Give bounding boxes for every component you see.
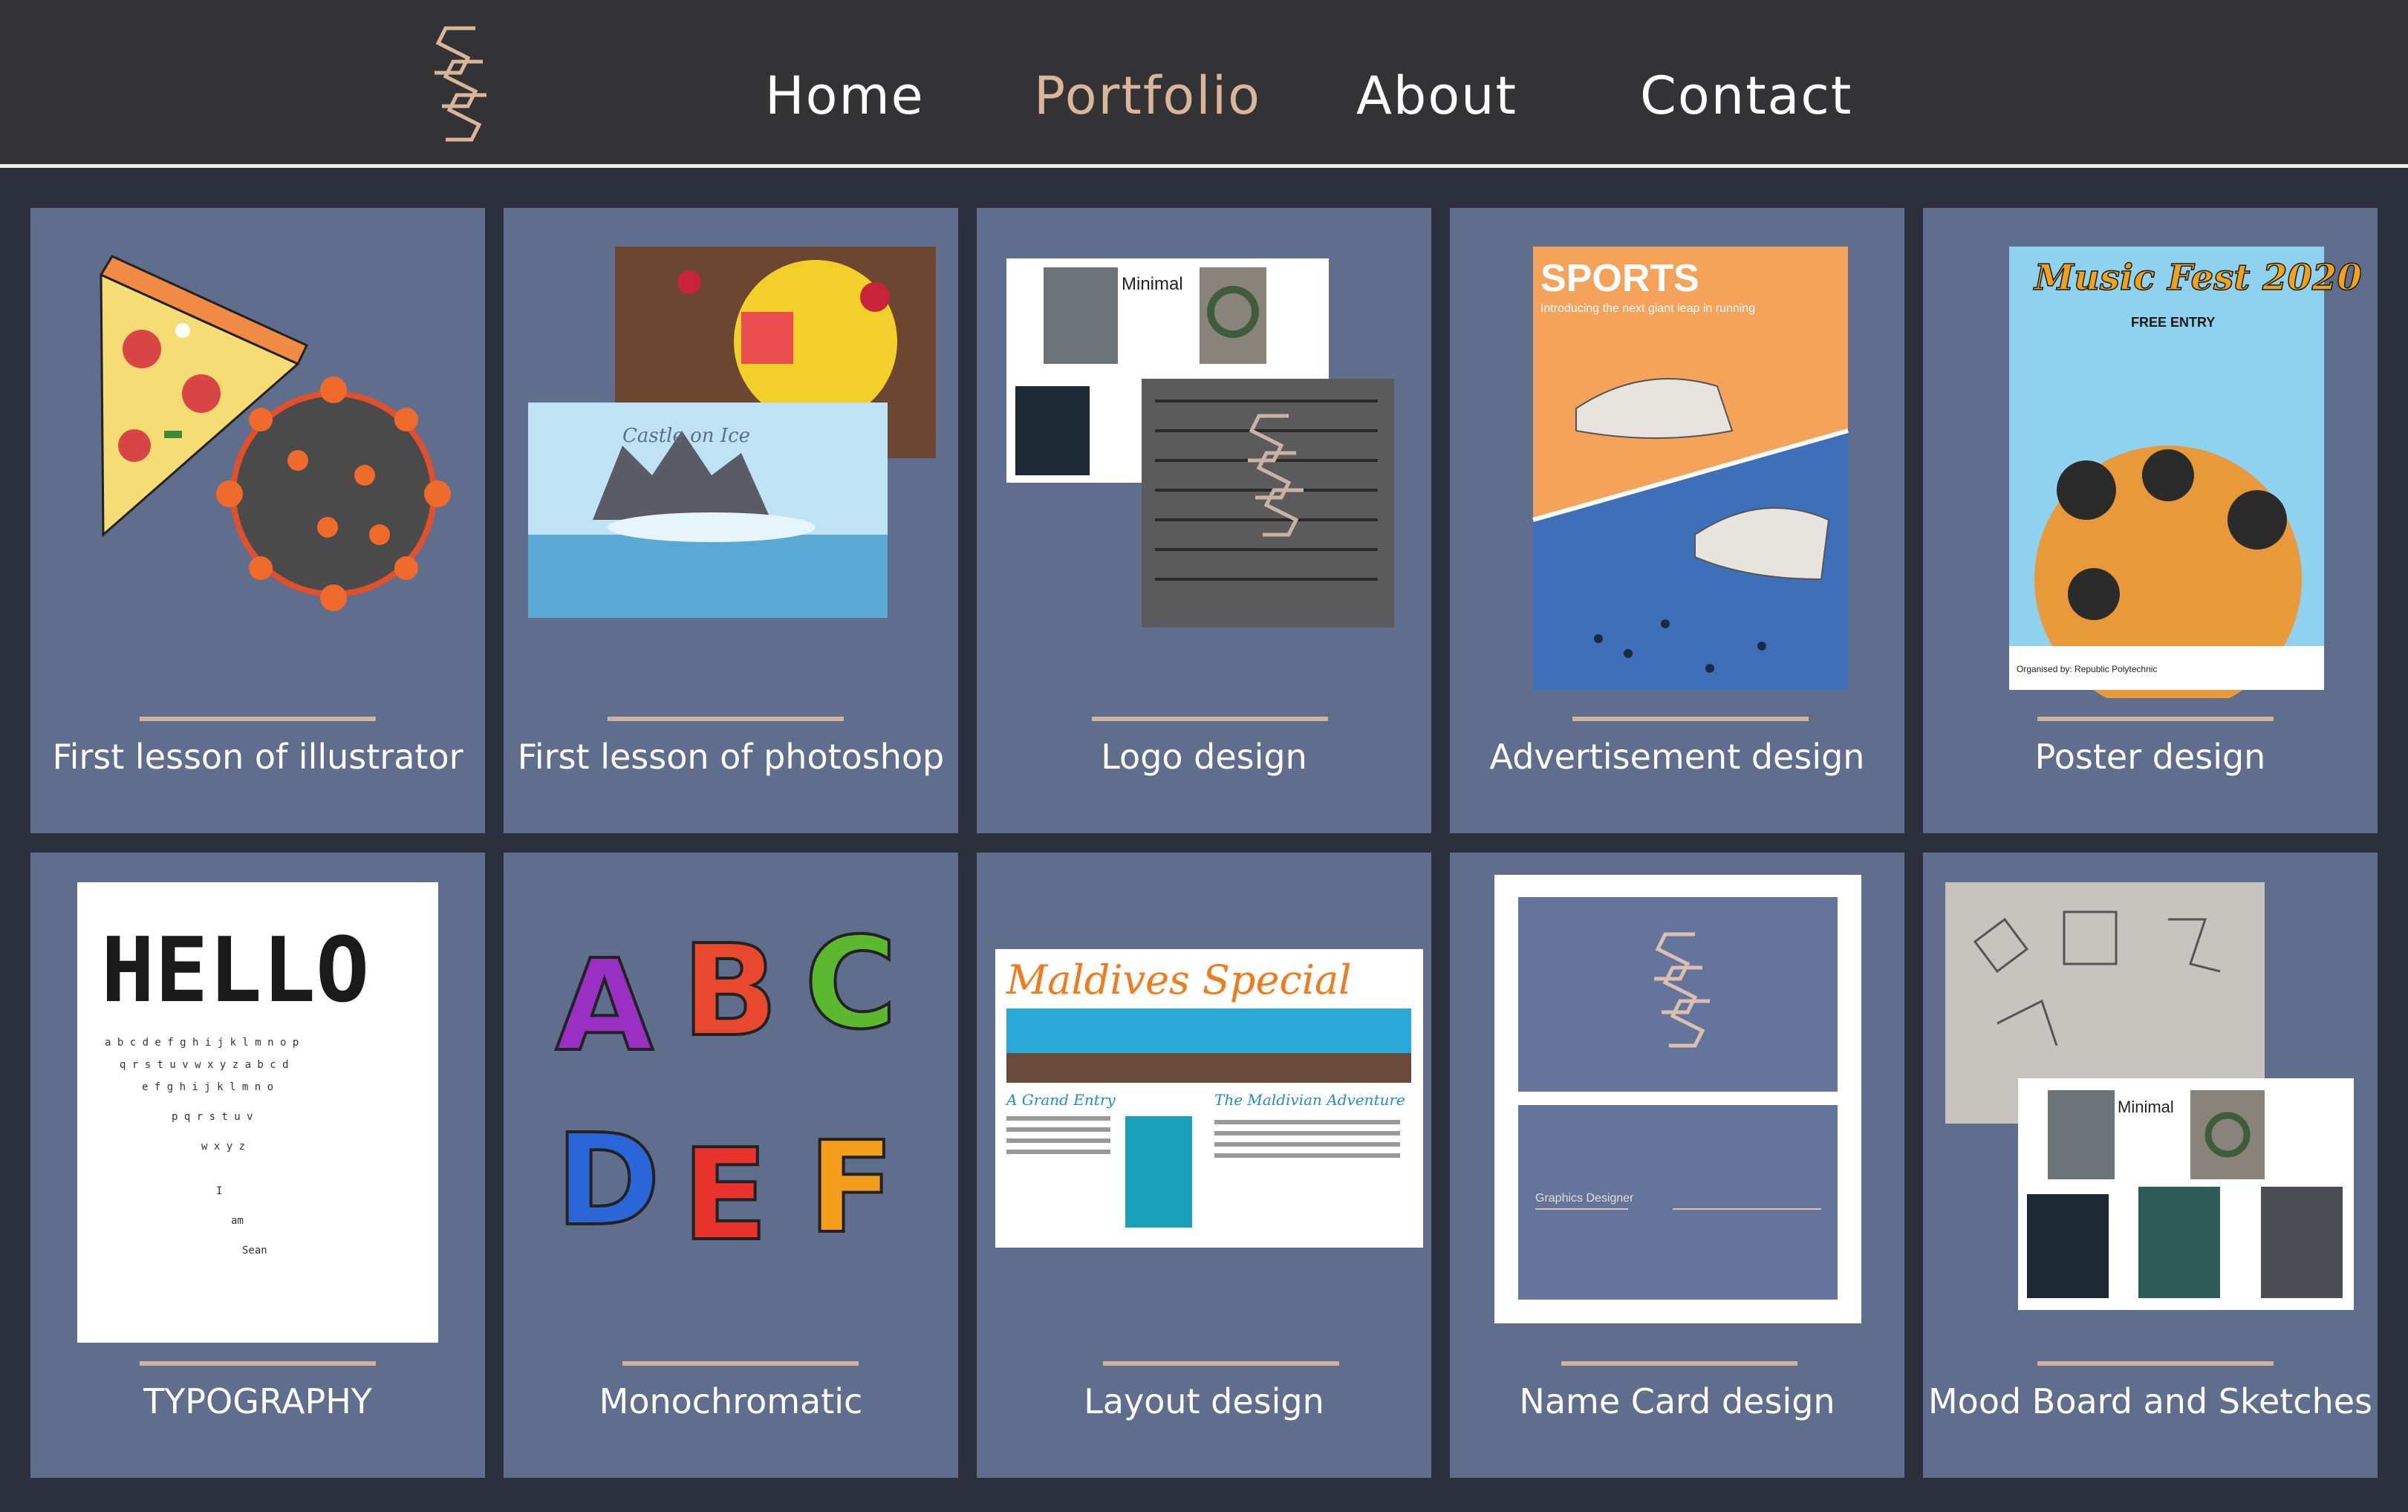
thumb-hello-text: HELLO	[101, 919, 369, 1023]
svg-text:Sean: Sean	[242, 1245, 267, 1257]
card-caption: Mood Board and Sketches	[1927, 1381, 2373, 1421]
card-caption: Logo design	[1101, 737, 1307, 777]
card-divider	[140, 1361, 376, 1366]
nav-about[interactable]: About	[1356, 65, 1517, 132]
portfolio-card-namecard[interactable]: Graphics Designer Name Card design	[1450, 853, 1904, 1478]
nav-home[interactable]: Home	[765, 65, 925, 132]
typography-hello-art: HELLO a b c d e f g h i j k l m n o p q …	[77, 882, 438, 1343]
balloon-letter-e: E	[682, 1122, 768, 1269]
portfolio-card-typography[interactable]: HELLO a b c d e f g h i j k l m n o p q …	[30, 853, 485, 1478]
thumb-poster-entry: FREE ENTRY	[2131, 315, 2215, 330]
card-divider	[2037, 717, 2274, 721]
svg-text:I: I	[216, 1185, 222, 1197]
card-caption: Advertisement design	[1489, 737, 1865, 777]
balloon-letter-a: A	[556, 933, 654, 1080]
thumb-moodboard-label: Minimal	[2118, 1098, 2174, 1116]
nav-portfolio[interactable]: Portfolio	[1034, 65, 1261, 132]
portfolio-card-monochromatic[interactable]: A B C D E F Monochromatic	[504, 853, 958, 1478]
card-caption: TYPOGRAPHY	[143, 1381, 372, 1421]
moodboard-sketches-mockup: Minimal	[1945, 882, 2354, 1310]
card-divider	[1092, 717, 1328, 721]
pizza-virus-illustration	[99, 255, 451, 611]
balloon-letter-f: F	[808, 1115, 894, 1262]
card-caption: First lesson of illustrator	[52, 737, 463, 777]
thumb-layout-sub-a: A Grand Entry	[1005, 1091, 1116, 1109]
card-caption: Poster design	[2034, 737, 2266, 777]
brand-logo-icon[interactable]	[423, 21, 498, 151]
svg-text:a b c d e f g h i j k l m n o: a b c d e f g h i j k l m n o p	[105, 1037, 299, 1049]
thumb-sports-title: SPORTS	[1540, 257, 1699, 300]
logo-design-mockup: Minimal	[1006, 258, 1394, 628]
portfolio-card-layout[interactable]: Maldives Special A Grand Entry The Maldi…	[977, 853, 1431, 1478]
name-card-mockup: Graphics Designer	[1494, 875, 1861, 1323]
svg-text:q r s t u v w x y z a b c d: q r s t u v w x y z a b c d	[120, 1059, 289, 1071]
portfolio-card-photoshop[interactable]: Castle on Ice First lesson of photoshop	[504, 208, 958, 833]
balloon-letters-art: A B C D E F	[554, 909, 899, 1271]
card-caption: First lesson of photoshop	[517, 737, 945, 777]
thumb-layout-title: Maldives Special	[1006, 957, 1351, 1003]
card-divider	[608, 717, 844, 721]
thumb-poster-title: Music Fest 2020	[2033, 257, 2362, 299]
nav-contact[interactable]: Contact	[1640, 65, 1852, 132]
balloon-letter-b: B	[682, 918, 778, 1065]
thumb-castle-title: Castle on Ice	[622, 425, 750, 447]
music-fest-poster: Music Fest 2020 FREE ENTRY Organised by:…	[2009, 247, 2362, 698]
thumb-minimal-label: Minimal	[1122, 274, 1183, 294]
sports-ad-poster: SPORTS Introducing the next giant leap i…	[1532, 247, 1849, 690]
photoshop-collage: Castle on Ice	[528, 247, 936, 618]
card-caption: Name Card design	[1519, 1381, 1835, 1421]
svg-text:p q r s t u v: p q r s t u v	[172, 1111, 253, 1123]
card-caption: Monochromatic	[599, 1381, 863, 1421]
top-navigation-bar: Home Portfolio About Contact	[0, 0, 2408, 168]
card-divider	[1572, 717, 1809, 721]
magazine-spread-mockup: Maldives Special A Grand Entry The Maldi…	[995, 949, 1423, 1248]
card-divider	[622, 1361, 859, 1366]
portfolio-card-illustrator[interactable]: First lesson of illustrator	[30, 208, 485, 833]
svg-text:am: am	[231, 1215, 244, 1227]
portfolio-card-logo[interactable]: Minimal Logo design	[977, 208, 1431, 833]
thumb-sports-tagline: Introducing the next giant leap in runni…	[1540, 302, 1755, 315]
portfolio-card-poster[interactable]: Music Fest 2020 FREE ENTRY Organised by:…	[1923, 208, 2378, 833]
balloon-letter-d: D	[556, 1107, 660, 1254]
card-divider	[1561, 1361, 1797, 1366]
card-divider	[2037, 1361, 2274, 1366]
thumb-namecard-role: Graphics Designer	[1535, 1192, 1634, 1205]
thumb-poster-footer: Organised by: Republic Polytechnic	[2017, 664, 2157, 674]
portfolio-card-advertisement[interactable]: SPORTS Introducing the next giant leap i…	[1450, 208, 1904, 833]
portfolio-card-moodboard[interactable]: Minimal Mood Board and Sketches	[1923, 853, 2378, 1478]
card-caption: Layout design	[1084, 1381, 1324, 1421]
card-divider	[140, 717, 376, 721]
card-divider	[1103, 1361, 1339, 1366]
balloon-letter-c: C	[804, 910, 897, 1058]
svg-text:e f g h i j k l m n o: e f g h i j k l m n o	[142, 1081, 273, 1093]
thumb-layout-sub-b: The Maldivian Adventure	[1214, 1091, 1405, 1109]
svg-text:w x y z: w x y z	[201, 1141, 245, 1153]
